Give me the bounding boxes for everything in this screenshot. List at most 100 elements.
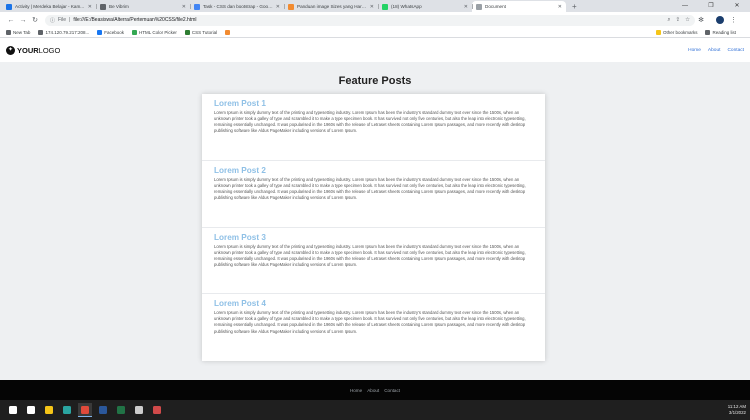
browser-tab[interactable]: Panduan image Sizes yang Haru... ✕ bbox=[284, 1, 378, 12]
tab-favicon-icon bbox=[382, 3, 388, 10]
bookmark-item[interactable] bbox=[225, 30, 232, 35]
bookmark-label: CSS Tutorial bbox=[191, 30, 218, 35]
new-tab-button[interactable]: + bbox=[572, 1, 577, 12]
nav-about-link[interactable]: About bbox=[708, 48, 721, 53]
site-header: ✦ YOUR LOGO Home About Contact bbox=[0, 38, 750, 62]
footer-contact-link[interactable]: Contact bbox=[384, 388, 400, 393]
bookmark-label: HTML Color Picker bbox=[139, 30, 177, 35]
post-body: Lorem Ipsum is simply dummy text of the … bbox=[214, 176, 526, 201]
word-glyph bbox=[99, 406, 107, 414]
tab-favicon-icon bbox=[6, 3, 12, 10]
browser-tab[interactable]: (18) WhatsApp ✕ bbox=[378, 1, 472, 12]
tab-strip: Activity | Merdeka Belajar - Kam... ✕ Be V… bbox=[0, 0, 750, 12]
site-nav: Home About Contact bbox=[681, 48, 744, 53]
bookmark-label: 174.120.79.217:208... bbox=[45, 30, 90, 35]
folder-icon bbox=[655, 30, 661, 35]
bookmark-favicon-icon bbox=[132, 30, 137, 35]
bookmark-item[interactable]: 174.120.79.217:208... bbox=[38, 30, 89, 35]
bookmark-favicon-icon bbox=[225, 30, 231, 35]
reading-list-button[interactable]: Reading list bbox=[705, 30, 736, 35]
post-title[interactable]: Lorem Post 3 bbox=[214, 233, 535, 242]
posts-card: Lorem Post 1 Lorem Ipsum is simply dummy… bbox=[202, 94, 545, 361]
bookmarks-bar: New Tab 174.120.79.217:208... Facebook HTML… bbox=[0, 28, 750, 38]
tab-close-icon[interactable]: ✕ bbox=[88, 4, 92, 10]
terminal-icon[interactable] bbox=[132, 403, 146, 417]
bookmark-item[interactable]: Facebook bbox=[97, 30, 124, 35]
address-protocol-label: File bbox=[58, 17, 67, 23]
tab-label: Panduan image Sizes yang Haru... bbox=[297, 4, 368, 9]
logo-text: LOGO bbox=[38, 45, 61, 55]
browser-tab[interactable]: Task - CSS dan bootstrap - Goog... ✕ bbox=[190, 1, 284, 12]
browser-tab[interactable]: Document ✕ bbox=[472, 1, 566, 12]
post-body: Lorem Ipsum is simply dummy text of the … bbox=[214, 243, 526, 267]
excel-glyph bbox=[117, 406, 125, 414]
logo-icon: ✦ bbox=[6, 45, 15, 55]
post-item: Lorem Post 1 Lorem Ipsum is simply dummy… bbox=[202, 94, 545, 161]
tab-label: Task - CSS dan bootstrap - Goog... bbox=[203, 4, 274, 9]
zoom-icon[interactable]: ⌕ bbox=[667, 17, 670, 24]
extensions-icon[interactable]: ✻ bbox=[695, 16, 707, 24]
browser-tab[interactable]: Activity | Merdeka Belajar - Kam... ✕ bbox=[2, 1, 96, 12]
search-glyph bbox=[27, 406, 35, 414]
bookmark-item[interactable]: HTML Color Picker bbox=[132, 30, 177, 35]
bookmarks-right: Other bookmarks Reading list bbox=[655, 30, 744, 35]
tab-favicon-icon bbox=[288, 3, 294, 10]
app-icon[interactable] bbox=[150, 403, 164, 417]
tab-close-icon[interactable]: ✕ bbox=[558, 4, 562, 10]
tab-label: (18) WhatsApp bbox=[391, 4, 422, 9]
post-item: Lorem Post 3 Lorem Ipsum is simply dummy… bbox=[202, 228, 545, 295]
share-icon[interactable]: ⇪ bbox=[675, 17, 680, 23]
info-icon[interactable]: ⓘ bbox=[50, 17, 55, 24]
post-title[interactable]: Lorem Post 2 bbox=[214, 166, 535, 175]
section-title: Feature Posts bbox=[338, 75, 412, 87]
browser-tab[interactable]: Be Vibrim ✕ bbox=[96, 1, 190, 12]
tab-favicon-icon bbox=[194, 3, 200, 10]
maximize-icon[interactable]: ❐ bbox=[698, 0, 724, 12]
window-controls: — ❐ ✕ bbox=[672, 0, 750, 12]
address-bar[interactable]: ⓘ File | file:///E:/Beasiswa/Alterra/Per… bbox=[45, 14, 695, 26]
chrome-glyph bbox=[81, 405, 89, 414]
back-icon[interactable]: ← bbox=[5, 17, 17, 24]
bookmark-label: New Tab bbox=[13, 30, 31, 35]
bookmark-favicon-icon bbox=[184, 30, 190, 35]
excel-icon[interactable] bbox=[114, 403, 128, 417]
menu-icon[interactable]: ⋮ bbox=[730, 16, 737, 24]
edge-icon[interactable] bbox=[60, 403, 74, 417]
minimize-icon[interactable]: — bbox=[672, 0, 698, 12]
bookmark-star-icon[interactable]: ☆ bbox=[685, 17, 690, 23]
nav-contact-link[interactable]: Contact bbox=[727, 48, 744, 53]
tab-close-icon[interactable]: ✕ bbox=[370, 4, 374, 10]
bookmark-item[interactable]: CSS Tutorial bbox=[184, 30, 218, 35]
profile-avatar[interactable] bbox=[716, 16, 724, 24]
tab-close-icon[interactable]: ✕ bbox=[276, 4, 280, 10]
tab-label: Document bbox=[485, 4, 506, 9]
close-window-icon[interactable]: ✕ bbox=[724, 0, 750, 12]
word-icon[interactable] bbox=[96, 403, 110, 417]
bookmark-favicon-icon bbox=[6, 30, 11, 35]
tab-close-icon[interactable]: ✕ bbox=[182, 4, 186, 10]
bookmark-label: Other bookmarks bbox=[662, 30, 698, 35]
file-explorer-icon[interactable] bbox=[42, 403, 56, 417]
forward-icon[interactable]: → bbox=[17, 17, 29, 24]
windows-start-icon[interactable] bbox=[6, 403, 20, 417]
post-title[interactable]: Lorem Post 4 bbox=[214, 299, 535, 308]
chrome-icon[interactable] bbox=[78, 403, 92, 417]
footer-about-link[interactable]: About bbox=[367, 388, 379, 393]
post-item: Lorem Post 2 Lorem Ipsum is simply dummy… bbox=[202, 161, 545, 228]
reload-icon[interactable]: ↻ bbox=[29, 16, 41, 24]
site-logo[interactable]: ✦ YOUR LOGO bbox=[6, 45, 61, 55]
tab-label: Be Vibrim bbox=[109, 4, 129, 9]
system-tray-clock[interactable]: 11:12 AM 3/1/2022 bbox=[728, 404, 750, 416]
tab-close-icon[interactable]: ✕ bbox=[464, 4, 468, 10]
post-title[interactable]: Lorem Post 1 bbox=[214, 99, 535, 108]
file-explorer-glyph bbox=[45, 406, 53, 414]
other-bookmarks-folder[interactable]: Other bookmarks bbox=[655, 30, 698, 35]
bookmark-label: Facebook bbox=[104, 30, 124, 35]
tab-favicon-icon bbox=[100, 3, 106, 10]
nav-home-link[interactable]: Home bbox=[688, 48, 701, 53]
search-icon[interactable] bbox=[24, 403, 38, 417]
footer-home-link[interactable]: Home bbox=[350, 388, 362, 393]
terminal-glyph bbox=[135, 406, 143, 414]
url-text[interactable]: file:///E:/Beasiswa/Alterra/Pertemuan%20… bbox=[73, 17, 662, 23]
bookmark-item[interactable]: New Tab bbox=[6, 30, 30, 35]
